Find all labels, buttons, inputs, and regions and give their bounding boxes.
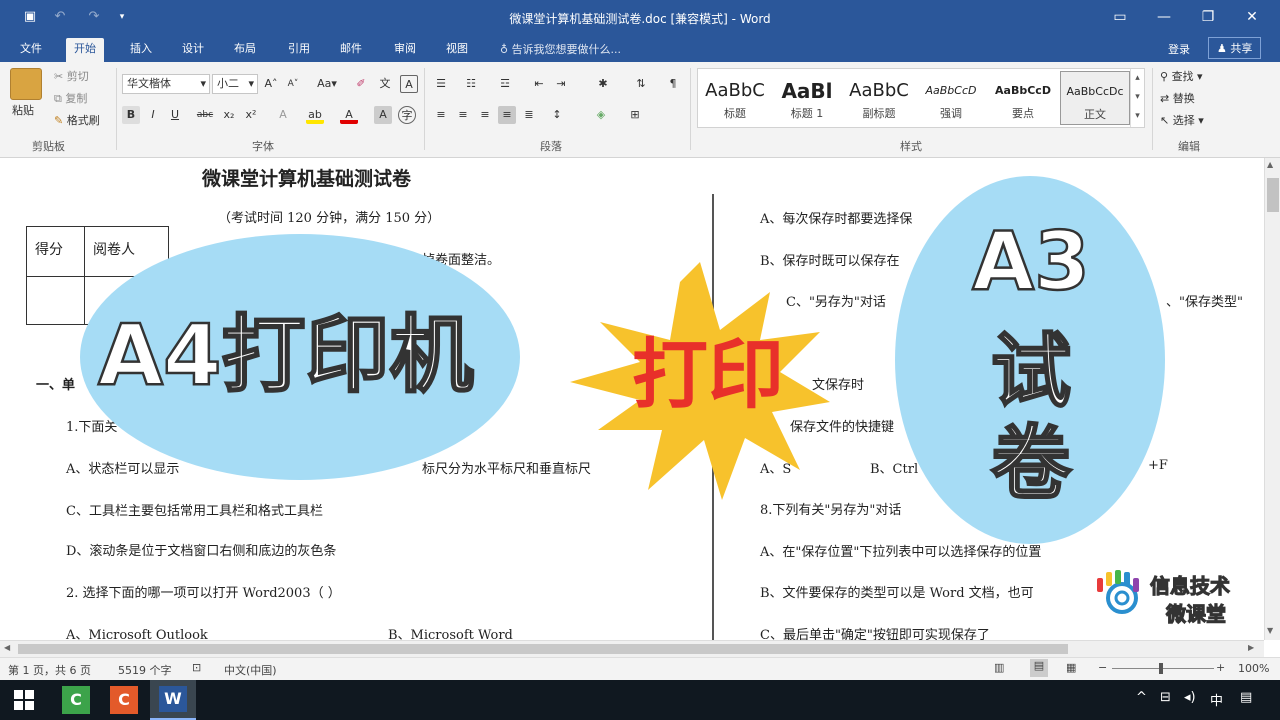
scroll-right-icon[interactable]: ▶ <box>1248 643 1254 652</box>
volume-icon[interactable]: ◂) <box>1184 690 1196 705</box>
zoom-out-icon[interactable]: − <box>1098 661 1107 674</box>
a3-label: A3 <box>971 214 1091 310</box>
windows-start-icon[interactable] <box>14 690 34 710</box>
camtasia-studio-icon[interactable]: C <box>110 686 138 714</box>
network-icon[interactable]: ⊟ <box>1160 690 1171 705</box>
web-layout-icon[interactable]: ▦ <box>1066 661 1076 674</box>
a4-printer-label: A4打印机 <box>97 305 475 406</box>
horizontal-scroll-thumb[interactable] <box>18 644 1068 654</box>
zoom-slider[interactable] <box>1112 668 1214 669</box>
scroll-left-icon[interactable]: ◀ <box>4 643 10 652</box>
zoom-slider-thumb[interactable] <box>1159 663 1163 674</box>
print-layout-icon[interactable]: ▤ <box>1030 659 1048 677</box>
zoom-in-icon[interactable]: + <box>1216 661 1225 674</box>
notification-icon[interactable]: ▤ <box>1240 690 1252 705</box>
ime-indicator[interactable]: 中 <box>1210 690 1223 709</box>
horizontal-scrollbar[interactable]: ◀ ▶ <box>0 640 1264 657</box>
vertical-scrollbar[interactable]: ▲ ▼ <box>1264 158 1280 640</box>
read-mode-icon[interactable]: ▥ <box>994 661 1004 674</box>
logo-line-2: 微课堂 <box>1166 602 1227 627</box>
page-count[interactable]: 第 1 页，共 6 页 <box>8 662 91 678</box>
scroll-up-icon[interactable]: ▲ <box>1267 160 1273 169</box>
camtasia-recorder-icon[interactable]: C <box>62 686 90 714</box>
zoom-level[interactable]: 100% <box>1238 662 1269 675</box>
word-taskbar-button[interactable]: W <box>150 680 196 720</box>
language-indicator[interactable]: 中文(中国) <box>224 662 277 678</box>
logo-line-1: 信息技术 <box>1150 574 1231 599</box>
spiral-logo-icon <box>1097 570 1139 614</box>
tray-chevron-icon[interactable]: ^ <box>1136 690 1147 705</box>
print-label: 打印 <box>632 330 784 419</box>
vertical-scroll-thumb[interactable] <box>1267 178 1279 212</box>
proofing-icon[interactable]: ⊡ <box>192 661 201 674</box>
shi-label: 试 <box>990 324 1073 420</box>
status-bar: 第 1 页，共 6 页 5519 个字 ⊡ 中文(中国) ▥ ▤ ▦ − + 1… <box>0 657 1280 680</box>
word-count[interactable]: 5519 个字 <box>118 662 172 678</box>
taskbar: C C W ^ ⊟ ◂) 中 ▤ <box>0 680 1280 720</box>
scroll-down-icon[interactable]: ▼ <box>1267 626 1273 635</box>
word-icon: W <box>159 686 187 712</box>
juan-label: 卷 <box>990 416 1073 512</box>
